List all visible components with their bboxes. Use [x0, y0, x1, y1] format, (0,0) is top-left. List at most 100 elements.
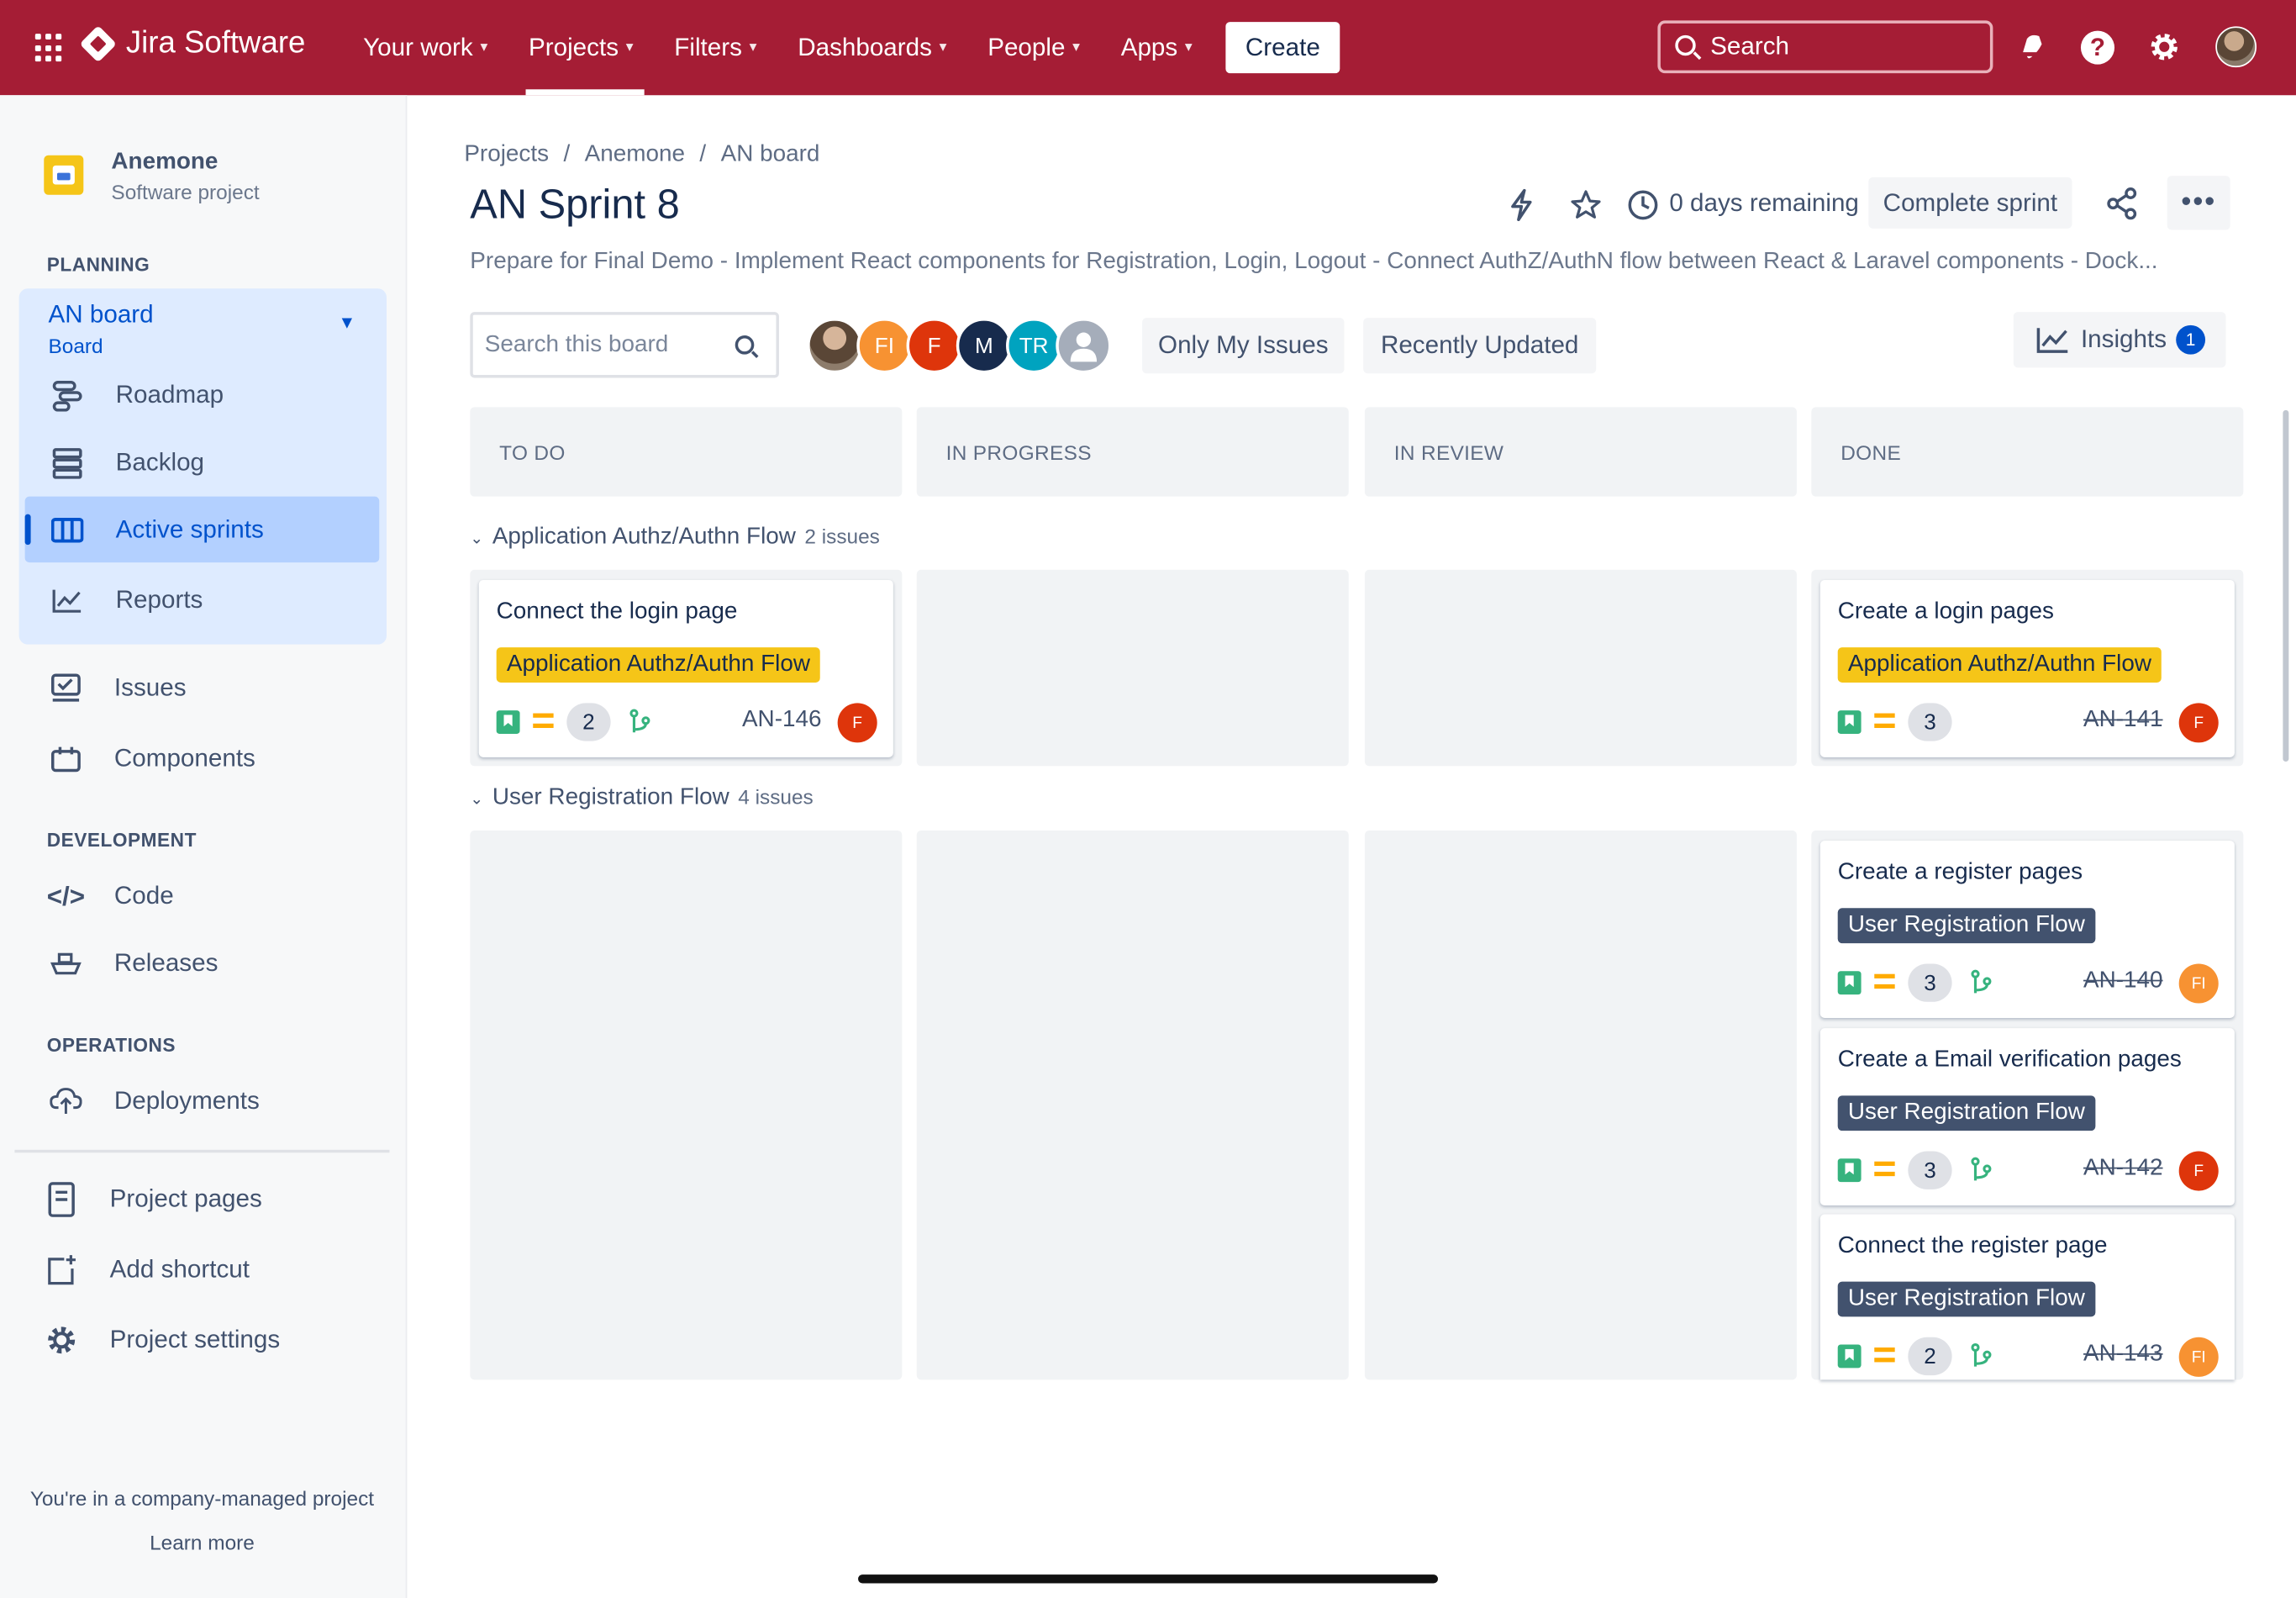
issue-card[interactable]: Connect the login page Application Authz… — [478, 579, 893, 757]
column-header-in-review: IN REVIEW — [1364, 407, 1797, 497]
notifications-icon[interactable] — [2014, 29, 2049, 65]
development-section-label: DEVELOPMENT — [46, 829, 197, 852]
jira-board-page: Jira Software Your work ▾ Projects ▾ Filte… — [0, 0, 2296, 1598]
board-selector-title[interactable]: AN board — [48, 300, 153, 330]
global-search-input[interactable]: Search — [1657, 20, 1993, 74]
star-icon[interactable] — [1568, 187, 1604, 223]
project-name[interactable]: Anemone — [111, 150, 218, 176]
issue-key: AN-140 — [2083, 968, 2163, 994]
assignee-avatar-f[interactable]: F — [906, 318, 962, 374]
swimlane-header[interactable]: ⌄ Application Authz/Authn Flow 2 issues — [470, 525, 880, 551]
sidebar-item-backlog[interactable]: Backlog — [0, 434, 407, 493]
sprint-goal: Prepare for Final Demo - Implement React… — [470, 249, 2158, 274]
nav-filters[interactable]: Filters ▾ — [674, 0, 771, 95]
sidebar-item-code[interactable]: </> Code — [0, 868, 407, 926]
breadcrumb-board[interactable]: AN board — [721, 142, 820, 168]
chevron-down-icon: ▾ — [1184, 40, 1193, 56]
help-icon[interactable]: ? — [2080, 30, 2115, 65]
nav-projects[interactable]: Projects ▾ — [525, 0, 648, 96]
sidebar-item-deployments[interactable]: Deployments — [0, 1072, 407, 1131]
board-search-input[interactable]: Search this board — [470, 312, 779, 378]
card-footer: 2 AN-143 FI — [1837, 1337, 2219, 1377]
sidebar-item-issues[interactable]: Issues — [0, 659, 407, 718]
nav-label: Apps — [1120, 33, 1178, 61]
column-header-done: DONE — [1811, 407, 2244, 497]
assignee-avatar-photo[interactable] — [807, 318, 863, 374]
card-title: Create a login pages — [1837, 599, 2054, 625]
assignee-avatar-m[interactable]: M — [956, 318, 1012, 374]
story-points-badge: 3 — [1908, 963, 1952, 1002]
app-switcher-icon[interactable] — [34, 34, 65, 63]
chevron-down-icon: ▾ — [749, 40, 757, 56]
share-icon[interactable] — [2104, 186, 2140, 221]
create-button[interactable]: Create — [1225, 22, 1340, 74]
epic-label: Application Authz/Authn Flow — [496, 647, 821, 683]
settings-gear-icon[interactable] — [2146, 29, 2182, 65]
more-actions-button[interactable]: ••• — [2167, 176, 2230, 230]
complete-sprint-button[interactable]: Complete sprint — [1868, 177, 2072, 229]
board-selector-subtitle: Board — [48, 334, 103, 358]
jira-diamond-icon — [79, 25, 117, 63]
breadcrumb-projects[interactable]: Projects — [464, 142, 549, 168]
nav-people[interactable]: People ▾ — [987, 0, 1094, 95]
top-navigation: Jira Software Your work ▾ Projects ▾ Filte… — [0, 0, 2296, 96]
sidebar-item-active-sprints[interactable]: Active sprints — [0, 501, 407, 560]
sidebar-item-label: Deployments — [113, 1086, 260, 1115]
board-scrollbar[interactable] — [2283, 409, 2289, 762]
project-type: Software project — [111, 180, 260, 204]
story-points-badge: 3 — [1908, 703, 1952, 741]
sidebar-item-project-pages[interactable]: Project pages — [0, 1170, 407, 1229]
sidebar-item-add-shortcut[interactable]: Add shortcut — [0, 1241, 407, 1300]
assignee-avatar-filter: FI F M TR — [807, 318, 1112, 374]
sidebar-item-project-settings[interactable]: Project settings — [0, 1311, 407, 1369]
sidebar-item-label: Roadmap — [115, 381, 224, 409]
reports-chart-icon — [51, 584, 83, 616]
nav-apps[interactable]: Apps ▾ — [1121, 0, 1207, 95]
home-indicator — [858, 1574, 1439, 1584]
issue-key: AN-143 — [2083, 1342, 2163, 1367]
learn-more-link[interactable]: Learn more — [0, 1531, 404, 1554]
nav-your-work[interactable]: Your work ▾ — [363, 0, 503, 95]
sidebar-item-roadmap[interactable]: Roadmap — [0, 367, 407, 425]
nav-label: Dashboards — [798, 33, 932, 61]
deployments-cloud-icon — [50, 1085, 82, 1117]
sidebar-item-components[interactable]: Components — [0, 730, 407, 788]
only-my-issues-filter[interactable]: Only My Issues — [1142, 318, 1345, 374]
board-columns-icon — [50, 514, 84, 546]
issue-card[interactable]: Create a register pages User Registratio… — [1819, 841, 2235, 1018]
nav-dashboards[interactable]: Dashboards ▾ — [798, 0, 961, 95]
breadcrumb-anemone[interactable]: Anemone — [585, 142, 685, 168]
issue-card[interactable]: Create a login pages Application Authz/A… — [1819, 579, 2235, 757]
issue-card[interactable]: Create a Email verification pages User R… — [1819, 1028, 2235, 1205]
sidebar-item-releases[interactable]: Releases — [0, 935, 407, 994]
sidebar-divider — [14, 1149, 390, 1153]
swimlane-header[interactable]: ⌄ User Registration Flow 4 issues — [470, 785, 813, 811]
story-points-badge: 2 — [566, 703, 611, 741]
search-placeholder: Search — [1710, 32, 1789, 61]
sidebar-item-label: Code — [113, 881, 174, 910]
unassigned-avatar-icon[interactable] — [1056, 318, 1112, 374]
user-avatar[interactable] — [2215, 26, 2257, 68]
board-search-placeholder: Search this board — [484, 331, 669, 357]
breadcrumb-separator: / — [699, 142, 707, 167]
operations-section-label: OPERATIONS — [46, 1034, 176, 1057]
issue-card[interactable]: Connect the register page User Registrat… — [1819, 1214, 2235, 1380]
clock-icon — [1625, 187, 1661, 223]
jira-logo[interactable]: Jira Software — [79, 25, 305, 63]
insights-button[interactable]: Insights 1 — [2013, 312, 2226, 368]
automation-lightning-icon[interactable] — [1503, 187, 1539, 223]
assignee-avatar: FI — [2178, 1337, 2219, 1377]
assignee-avatar-fi[interactable]: FI — [856, 318, 913, 374]
assignee-avatar-tr[interactable]: TR — [1006, 318, 1062, 374]
page-title: AN Sprint 8 — [470, 182, 680, 228]
chevron-down-icon: ▾ — [625, 40, 634, 56]
recently-updated-filter[interactable]: Recently Updated — [1363, 318, 1597, 374]
breadcrumb-separator: / — [563, 142, 571, 167]
card-footer: 3 AN-142 F — [1837, 1151, 2219, 1191]
sidebar-item-reports[interactable]: Reports — [0, 572, 407, 630]
priority-medium-icon — [533, 713, 554, 728]
chevron-down-icon[interactable]: ▼ — [338, 312, 355, 332]
search-icon — [1675, 34, 1696, 56]
lane-cell-in-review — [1364, 569, 1797, 767]
insights-chart-icon — [2035, 325, 2071, 362]
